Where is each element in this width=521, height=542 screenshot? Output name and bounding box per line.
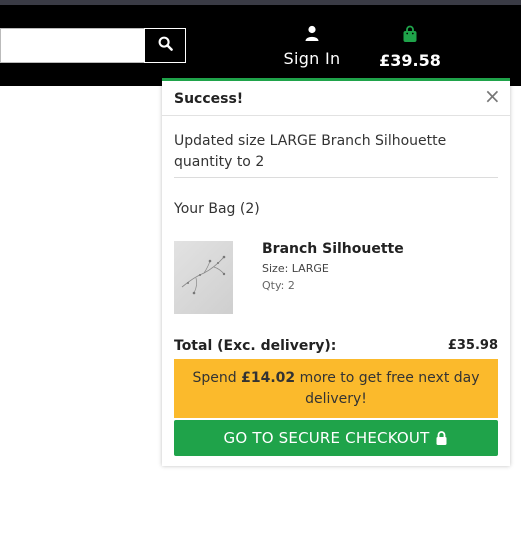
secure-checkout-button[interactable]: GO TO SECURE CHECKOUT xyxy=(174,420,498,456)
site-header: Sign In £39.58 xyxy=(0,5,521,86)
search-icon xyxy=(158,36,173,55)
total-label: Total (Exc. delivery): xyxy=(174,338,337,354)
popup-title: Success! xyxy=(174,91,244,107)
bag-total: £39.58 xyxy=(379,51,441,70)
checkout-label: GO TO SECURE CHECKOUT xyxy=(223,429,430,447)
user-icon xyxy=(304,25,320,45)
total-value: £35.98 xyxy=(447,338,498,353)
popup-header: Success! × xyxy=(162,81,510,116)
update-message: Updated size LARGE Branch Silhouette qua… xyxy=(174,133,447,170)
bag-count-label: Your Bag (2) xyxy=(174,201,260,217)
item-quantity: Qty: 2 xyxy=(262,279,295,292)
item-size: Size: LARGE xyxy=(262,262,329,275)
shopping-bag-icon xyxy=(401,25,419,47)
product-thumbnail[interactable] xyxy=(174,241,233,314)
divider xyxy=(174,177,498,178)
bag-link[interactable]: £39.58 xyxy=(376,25,444,70)
search-input[interactable] xyxy=(0,28,144,63)
sign-in-link[interactable]: Sign In xyxy=(272,25,352,69)
free-delivery-prefix: Spend xyxy=(192,370,237,386)
free-delivery-suffix: more to get free next day delivery! xyxy=(299,370,480,407)
close-icon[interactable]: × xyxy=(484,86,501,106)
item-name[interactable]: Branch Silhouette xyxy=(262,241,404,257)
sign-in-label: Sign In xyxy=(283,49,341,68)
lock-icon xyxy=(435,431,448,445)
add-to-bag-popup: Success! × Updated size LARGE Branch Sil… xyxy=(162,78,510,466)
free-delivery-amount: £14.02 xyxy=(241,370,296,386)
search-button[interactable] xyxy=(144,28,186,63)
free-delivery-banner: Spend £14.02 more to get free next day d… xyxy=(174,359,498,418)
